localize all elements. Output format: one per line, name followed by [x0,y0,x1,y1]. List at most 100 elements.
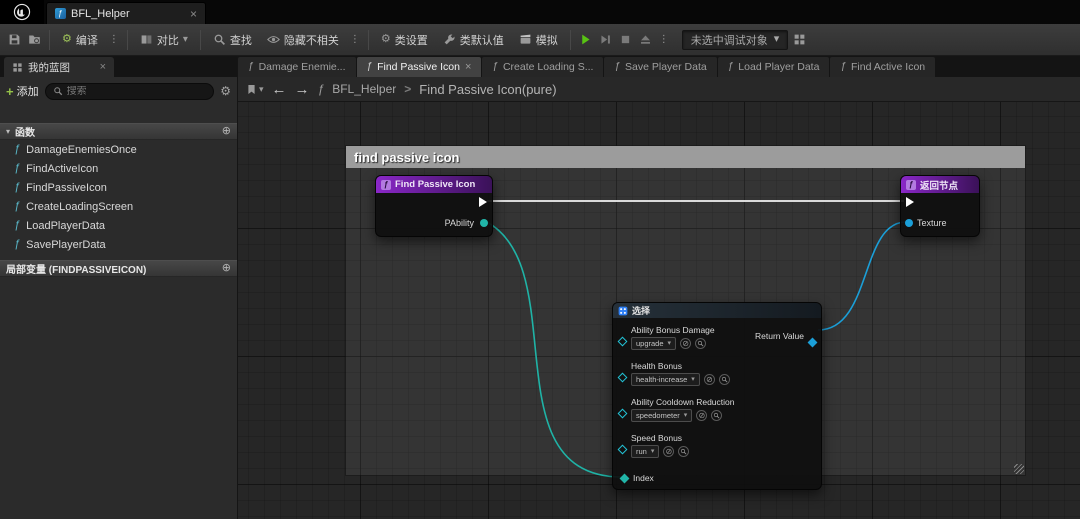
close-icon[interactable] [465,62,471,73]
back-button[interactable] [272,82,287,97]
exec-in-pin[interactable] [906,197,914,207]
node-header[interactable]: 选择 [613,303,821,318]
texture-in-pin[interactable] [905,219,913,227]
panel-tab-label: 我的蓝图 [28,61,70,74]
breadcrumb: BFL_Helper Find Passive Icon(pure) [238,77,1080,102]
option-pin[interactable] [617,444,628,455]
blueprint-graph-canvas[interactable]: find passive icon ƒ Find Passive Icon PA… [238,102,1080,519]
eject-button[interactable] [637,28,654,52]
option-label: Health Bonus [631,361,683,371]
function-item[interactable]: SavePlayerData [0,235,237,254]
tab-create-loading-screen[interactable]: Create Loading S... [482,57,604,77]
stop-button[interactable] [617,28,634,52]
search-icon[interactable] [711,410,723,421]
asset-tab-bfl-helper[interactable]: ƒ BFL_Helper [46,2,206,24]
function-node-icon: ƒ [906,179,916,190]
find-label: 查找 [229,34,252,47]
tab-find-passive-icon[interactable]: Find Passive Icon [356,57,482,77]
search-icon[interactable] [718,374,730,385]
bookmarks-dropdown[interactable] [246,83,264,96]
search-input[interactable] [66,85,207,97]
option-pin[interactable] [617,408,628,419]
select-die-icon [618,306,628,316]
exec-out-pin[interactable] [479,197,487,207]
close-icon[interactable] [100,62,106,73]
collapse-icon[interactable] [6,128,10,136]
unreal-engine-logo[interactable] [0,0,44,24]
node-header[interactable]: ƒ 返回节点 [901,176,979,193]
add-function-icon[interactable] [222,126,231,137]
node-select[interactable]: 选择 Return Value Ability Bonus Damage upg… [612,302,822,490]
find-button[interactable]: 查找 [207,28,258,52]
browse-to-asset-button[interactable] [26,28,43,52]
debug-class-browser-button[interactable] [791,28,808,52]
comment-resize-handle[interactable] [1014,464,1024,474]
compile-options-button[interactable] [107,28,121,52]
toolbar-separator [199,29,201,50]
option-value: health-increase [636,375,688,384]
plus-icon [6,85,14,98]
return-value-pin[interactable] [807,337,818,348]
tab-load-player-data[interactable]: Load Player Data [717,57,830,77]
tab-find-active-icon[interactable]: Find Active Icon [830,57,936,77]
clear-icon[interactable] [680,338,692,349]
class-defaults-button[interactable]: 类默认值 [437,28,510,52]
index-pin[interactable] [619,473,630,483]
option-pin[interactable] [617,336,628,347]
function-item[interactable]: CreateLoadingScreen [0,197,237,216]
title-bar: ƒ BFL_Helper [0,0,1080,24]
class-settings-label: 类设置 [394,34,428,47]
play-options-button[interactable] [657,28,671,52]
node-find-passive-icon[interactable]: ƒ Find Passive Icon PAbility [375,175,493,237]
breadcrumb-root[interactable]: BFL_Helper [332,82,396,96]
panel-settings-icon[interactable] [220,85,231,97]
option-value: upgrade [636,339,664,348]
option-dropdown[interactable]: run [631,445,660,458]
toolbar-separator [569,29,571,50]
function-item[interactable]: LoadPlayerData [0,216,237,235]
tab-damage-enemies[interactable]: Damage Enemie... [238,57,356,77]
function-item[interactable]: FindPassiveIcon [0,178,237,197]
local-variables-section-header[interactable]: 局部变量 (FINDPASSIVEICON) [0,260,237,277]
option-dropdown[interactable]: speedometer [631,409,693,422]
select-option-row: Speed Bonus run [617,433,815,469]
function-node-icon: ƒ [381,179,391,190]
clear-icon[interactable] [703,374,715,385]
simulate-button[interactable]: 模拟 [513,28,564,52]
option-dropdown[interactable]: upgrade [631,337,677,350]
functions-section-header[interactable]: 函数 [0,123,237,140]
diff-button[interactable]: 对比 [134,28,194,52]
function-icon [367,62,373,72]
blueprint-search[interactable] [44,82,215,100]
tab-save-player-data[interactable]: Save Player Data [604,57,717,77]
hide-unrelated-options-button[interactable] [348,28,362,52]
select-option-row: Ability Cooldown Reduction speedometer [617,397,815,433]
node-return[interactable]: ƒ 返回节点 Texture [900,175,980,237]
breadcrumb-current[interactable]: Find Passive Icon(pure) [419,82,556,97]
clear-icon[interactable] [696,410,708,421]
forward-button[interactable] [295,82,310,97]
local-variables-header-label: 局部变量 (FINDPASSIVEICON) [6,265,147,276]
play-button[interactable] [577,28,594,52]
search-icon[interactable] [678,446,690,457]
option-dropdown[interactable]: health-increase [631,373,700,386]
tab-label: Save Player Data [625,61,707,73]
save-button[interactable] [6,28,23,52]
comment-title[interactable]: find passive icon [346,146,1025,168]
compile-button[interactable]: 编译 [56,28,104,52]
add-local-variable-icon[interactable] [222,263,231,274]
clear-icon[interactable] [663,446,675,457]
pability-out-pin[interactable] [480,219,488,227]
tab-my-blueprint[interactable]: 我的蓝图 [4,57,114,77]
frame-skip-button[interactable] [597,28,614,52]
close-icon[interactable] [190,8,197,20]
debug-object-dropdown[interactable]: 未选中调试对象 [681,29,789,50]
function-item[interactable]: FindActiveIcon [0,159,237,178]
node-header[interactable]: ƒ Find Passive Icon [376,176,492,193]
option-pin[interactable] [617,372,628,383]
hide-unrelated-button[interactable]: 隐藏不相关 [261,28,345,52]
search-icon[interactable] [695,338,707,349]
function-item[interactable]: DamageEnemiesOnce [0,140,237,159]
class-settings-button[interactable]: 类设置 [375,28,434,52]
add-button[interactable]: 添加 [6,83,39,99]
